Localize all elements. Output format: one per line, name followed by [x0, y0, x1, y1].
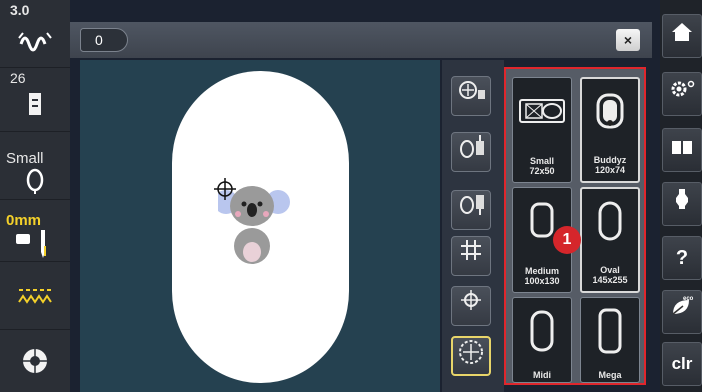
hoop-small-button[interactable]: Small 72x50 — [512, 77, 572, 183]
help-button[interactable]: ? — [662, 236, 702, 280]
stitch-width-value: 3.0 — [10, 2, 30, 18]
mega-hoop-icon — [581, 306, 639, 361]
hoop-mega-button[interactable]: Mega — [580, 297, 640, 383]
eco-leaf-icon: eco — [669, 296, 695, 323]
crosshair-icon — [459, 290, 483, 317]
hoop-small-size: 72x50 — [529, 166, 555, 176]
top-bar: 0 × — [70, 22, 652, 58]
move-to-center-button[interactable] — [451, 76, 491, 116]
stitch-number-setting[interactable]: 26 — [0, 68, 70, 132]
grid-button[interactable] — [451, 236, 491, 276]
hoop-buddyz-button[interactable]: Buddyz 120x74 — [580, 77, 640, 183]
frame-indicator[interactable]: 0 — [80, 28, 128, 52]
hoop-oval-button[interactable]: Oval 145x255 — [580, 187, 640, 293]
hoop-mega-label: Mega — [598, 370, 622, 380]
hoop-medium-label: Medium 100x130 — [513, 266, 571, 286]
stitch-number-value: 26 — [10, 70, 26, 86]
bobbin-icon — [0, 344, 70, 383]
right-sidebar: ? eco clr — [660, 0, 702, 392]
hoop-midi-label: Midi — [533, 370, 551, 380]
hoop-center-icon — [457, 340, 485, 371]
hoop-buddyz-size: 120x74 — [594, 165, 626, 175]
design-crosshair-icon — [214, 178, 236, 205]
stitch-width-icon — [0, 26, 70, 61]
buddyz-hoop-icon — [582, 87, 638, 142]
clear-button[interactable]: clr — [662, 342, 702, 386]
stitch-width-setting[interactable]: 3.0 — [0, 0, 70, 68]
embroidery-screen: 3.0 26 Small 0mm 0 × Small 72x50 Buddyz … — [0, 0, 702, 392]
upper-thread-icon — [456, 135, 486, 166]
hoop-buddyz-label: Buddyz 120x74 — [582, 155, 638, 175]
stitch-pattern-setting[interactable] — [0, 262, 70, 330]
needle-position-value: 0mm — [6, 212, 42, 229]
hoop-oval-label: Oval 145x255 — [582, 265, 638, 285]
book-icon — [670, 139, 694, 161]
left-sidebar: 3.0 26 Small 0mm — [0, 0, 70, 392]
gear-icon — [669, 80, 695, 105]
hoop-center-button[interactable] — [451, 336, 491, 376]
crosshair-button[interactable] — [451, 286, 491, 326]
hoop-small-label: Small 72x50 — [513, 156, 571, 176]
tutorial-button[interactable] — [662, 182, 702, 226]
midi-hoop-icon — [513, 306, 571, 361]
callout-marker: 1 — [553, 226, 581, 254]
home-icon — [671, 23, 693, 47]
move-to-center-icon — [456, 81, 486, 107]
presser-size-setting[interactable]: Small — [0, 132, 70, 200]
hoop-selection-panel: Small 72x50 Buddyz 120x74 Medium 100x130 — [504, 67, 646, 385]
tool-column — [442, 60, 504, 392]
bobbin-thread-icon — [456, 195, 486, 224]
needle-icon — [0, 230, 70, 265]
zigzag-stitch-icon — [0, 280, 70, 315]
svg-text:eco: eco — [683, 296, 694, 302]
hoop-midi-button[interactable]: Midi — [512, 297, 572, 383]
bobbin-setting[interactable] — [0, 330, 70, 392]
needle-position-setting[interactable]: 0mm — [0, 200, 70, 262]
eco-button[interactable]: eco — [662, 290, 702, 334]
hoop-buddyz-name: Buddyz — [593, 155, 627, 165]
small-hoop-icon — [513, 86, 571, 141]
hoop-small-name: Small — [529, 156, 554, 166]
close-button[interactable]: × — [616, 29, 640, 51]
embroidery-preview-area[interactable] — [80, 60, 440, 392]
hoop-medium-size: 100x130 — [524, 276, 560, 286]
bobbin-outline-icon — [0, 168, 70, 199]
settings-button[interactable] — [662, 72, 702, 116]
guide-button[interactable] — [662, 128, 702, 172]
grid-icon — [459, 240, 483, 267]
bobbin-thread-button[interactable] — [451, 190, 491, 230]
presser-foot-icon — [0, 86, 70, 127]
home-button[interactable] — [662, 14, 702, 58]
presser-size-value: Small — [6, 150, 44, 167]
presser-foot-icon — [673, 189, 691, 215]
oval-hoop-icon — [582, 197, 638, 252]
hoop-oval-size: 145x255 — [592, 275, 628, 285]
hoop-oval-name: Oval — [600, 265, 620, 275]
koala-motif[interactable] — [214, 178, 298, 275]
hoop-medium-name: Medium — [524, 266, 559, 276]
upper-thread-button[interactable] — [451, 132, 491, 172]
